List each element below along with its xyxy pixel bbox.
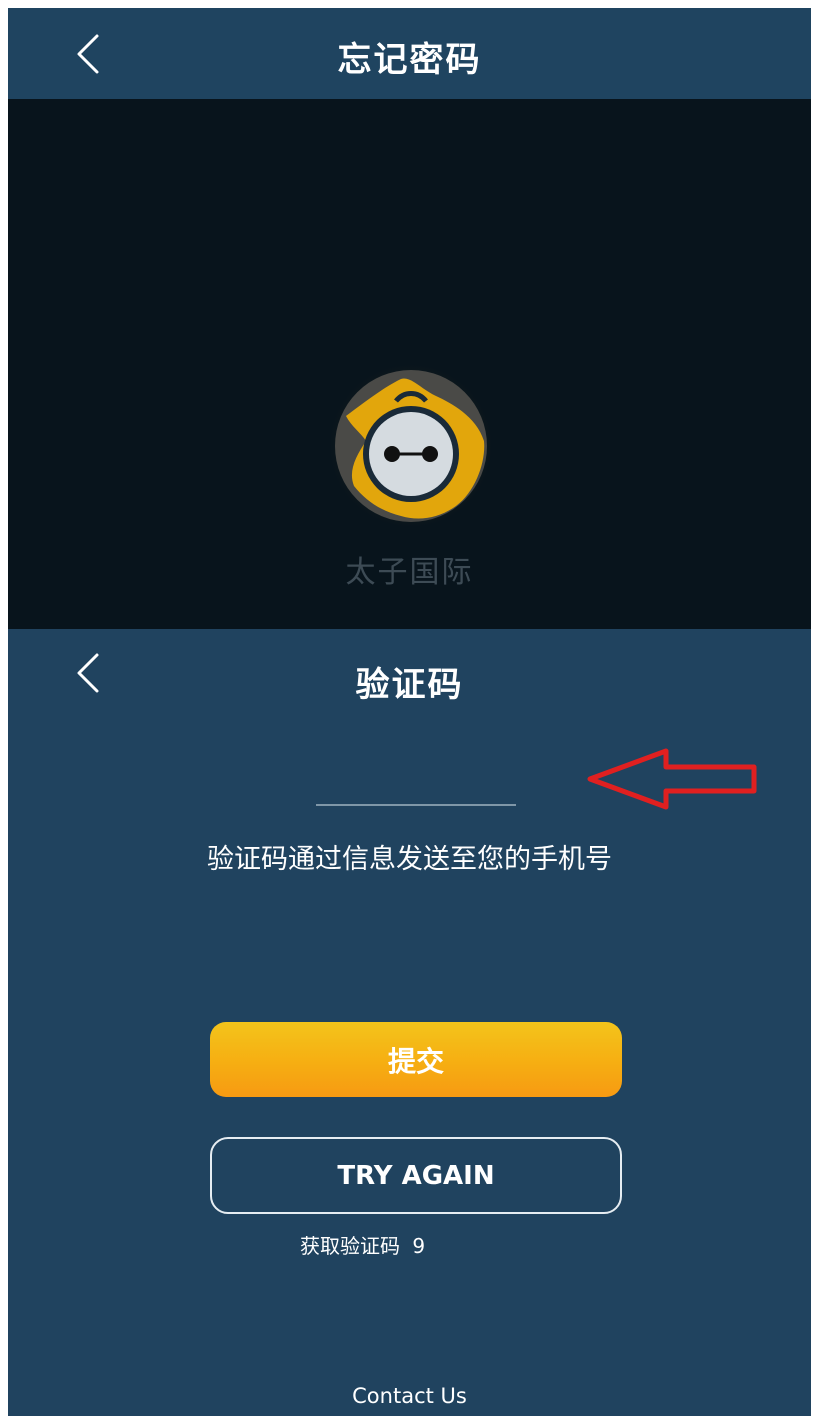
countdown-value: 9 xyxy=(412,1234,426,1258)
splash-screen: 太子国际 xyxy=(8,99,811,629)
robot-mascot-logo-icon xyxy=(327,362,495,530)
app-logo xyxy=(326,361,496,531)
verification-panel: 验证码 验证码通过信息发送至您的手机号 提交 TRY AGAIN 获取验证码 9… xyxy=(8,629,811,1416)
submit-button[interactable]: 提交 xyxy=(210,1022,622,1097)
app-name: 太子国际 xyxy=(345,555,474,590)
top-header: 忘记密码 xyxy=(8,8,811,99)
red-arrow-left-icon xyxy=(587,748,757,810)
verification-title: 验证码 xyxy=(355,665,464,705)
resend-label: 获取验证码 xyxy=(300,1234,400,1258)
code-input-underline[interactable] xyxy=(316,804,516,806)
screen: 忘记密码 太子国际 验证码 验证码通过信息发送至您的手机号 提交 TRY AGA… xyxy=(8,8,811,1416)
resend-countdown: 获取验证码 9 xyxy=(300,1230,425,1259)
verification-message: 验证码通过信息发送至您的手机号 xyxy=(207,844,612,875)
try-again-button[interactable]: TRY AGAIN xyxy=(210,1137,622,1214)
contact-us-link[interactable]: Contact Us xyxy=(8,1384,811,1408)
page-title: 忘记密码 xyxy=(337,40,482,80)
